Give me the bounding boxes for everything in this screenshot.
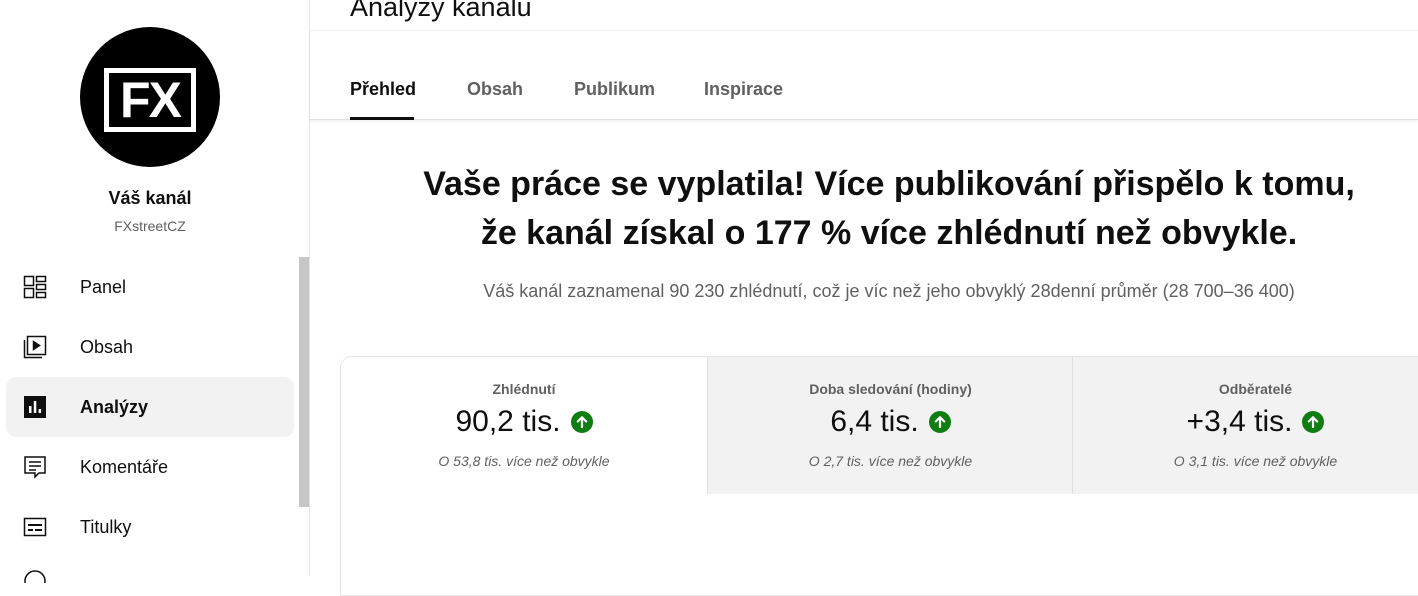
tab-inspirace[interactable]: Inspirace (704, 79, 783, 100)
insight-headline-line-1: Vaše práce se vyplatila! Více publikován… (423, 165, 1355, 203)
tab-prehled[interactable]: Přehled (350, 79, 416, 100)
insight-headline-line-2: že kanál získal o 177 % více zhlédnutí n… (480, 214, 1298, 252)
sidebar-item-label: Titulky (80, 516, 132, 537)
metric-value-row: +3,4 tis. (1073, 405, 1418, 439)
sidebar-nav: Panel Obsah Analýzy Komentáře Titulky (0, 257, 300, 557)
metric-value: 6,4 tis. (830, 405, 919, 438)
sidebar-item-analyzy[interactable]: Analýzy (6, 377, 294, 437)
active-tab-indicator (350, 117, 414, 120)
trend-up-icon (1302, 411, 1325, 433)
trend-up-icon (570, 411, 593, 433)
sidebar: FX Váš kanál FXstreetCZ Panel Obsah Anal… (0, 0, 310, 583)
sidebar-scrollbar[interactable] (299, 257, 309, 507)
sidebar-item-label: Panel (80, 276, 127, 297)
metric-label: Zhlédnutí (492, 381, 556, 397)
tab-publikum[interactable]: Publikum (574, 79, 655, 100)
settings-icon (23, 569, 47, 583)
metric-value-row: 6,4 tis. (708, 405, 1073, 439)
sidebar-item-titulky[interactable]: Titulky (6, 497, 294, 557)
trend-up-icon (928, 411, 951, 433)
sidebar-item-label: Obsah (80, 336, 134, 357)
metric-label: Odběratelé (1218, 381, 1293, 397)
metric-card-views[interactable]: Zhlédnutí 90,2 tis. O 53,8 tis. více než… (341, 357, 707, 494)
sidebar-item-komentare[interactable]: Komentáře (6, 437, 294, 497)
insight-subline: Váš kanál zaznamenal 90 230 zhlédnutí, c… (483, 281, 1295, 301)
subtitles-icon (23, 515, 47, 539)
comment-icon (23, 455, 47, 479)
avatar-logo-text: FX (120, 72, 182, 128)
metric-note: O 2,7 tis. více než obvykle (808, 453, 973, 469)
sidebar-item-label: Komentáře (80, 456, 169, 477)
channel-handle: FXstreetCZ (114, 218, 186, 234)
dashboard-icon (23, 275, 47, 299)
metric-value: +3,4 tis. (1186, 405, 1293, 438)
metrics-panel: Zhlédnutí 90,2 tis. O 53,8 tis. více než… (340, 356, 1418, 596)
sidebar-item-obsah[interactable]: Obsah (6, 317, 294, 377)
channel-avatar[interactable]: FX (80, 27, 220, 167)
metric-label: Doba sledování (hodiny) (809, 381, 972, 397)
metric-value-row: 90,2 tis. (341, 405, 707, 439)
metric-value: 90,2 tis. (455, 405, 561, 438)
tab-obsah[interactable]: Obsah (467, 79, 523, 100)
avatar-logo-box: FX (104, 68, 196, 132)
page-title: Analýzy kanálu (350, 0, 532, 22)
sidebar-item-label: Analýzy (80, 396, 149, 417)
metric-note: O 53,8 tis. více než obvykle (438, 453, 610, 469)
channel-title: Váš kanál (108, 188, 192, 208)
tab-bar: Přehled Obsah Publikum Inspirace (310, 30, 1418, 120)
metric-card-subscribers[interactable]: Odběratelé +3,4 tis. O 3,1 tis. více než… (1072, 357, 1418, 494)
metric-card-watch-time[interactable]: Doba sledování (hodiny) 6,4 tis. O 2,7 t… (707, 357, 1073, 494)
metric-note: O 3,1 tis. více než obvykle (1173, 453, 1338, 469)
analytics-icon (23, 395, 47, 419)
insight-headline: Vaše práce se vyplatila! Více publikován… (360, 160, 1418, 258)
video-library-icon (23, 335, 47, 359)
sidebar-item-panel[interactable]: Panel (6, 257, 294, 317)
